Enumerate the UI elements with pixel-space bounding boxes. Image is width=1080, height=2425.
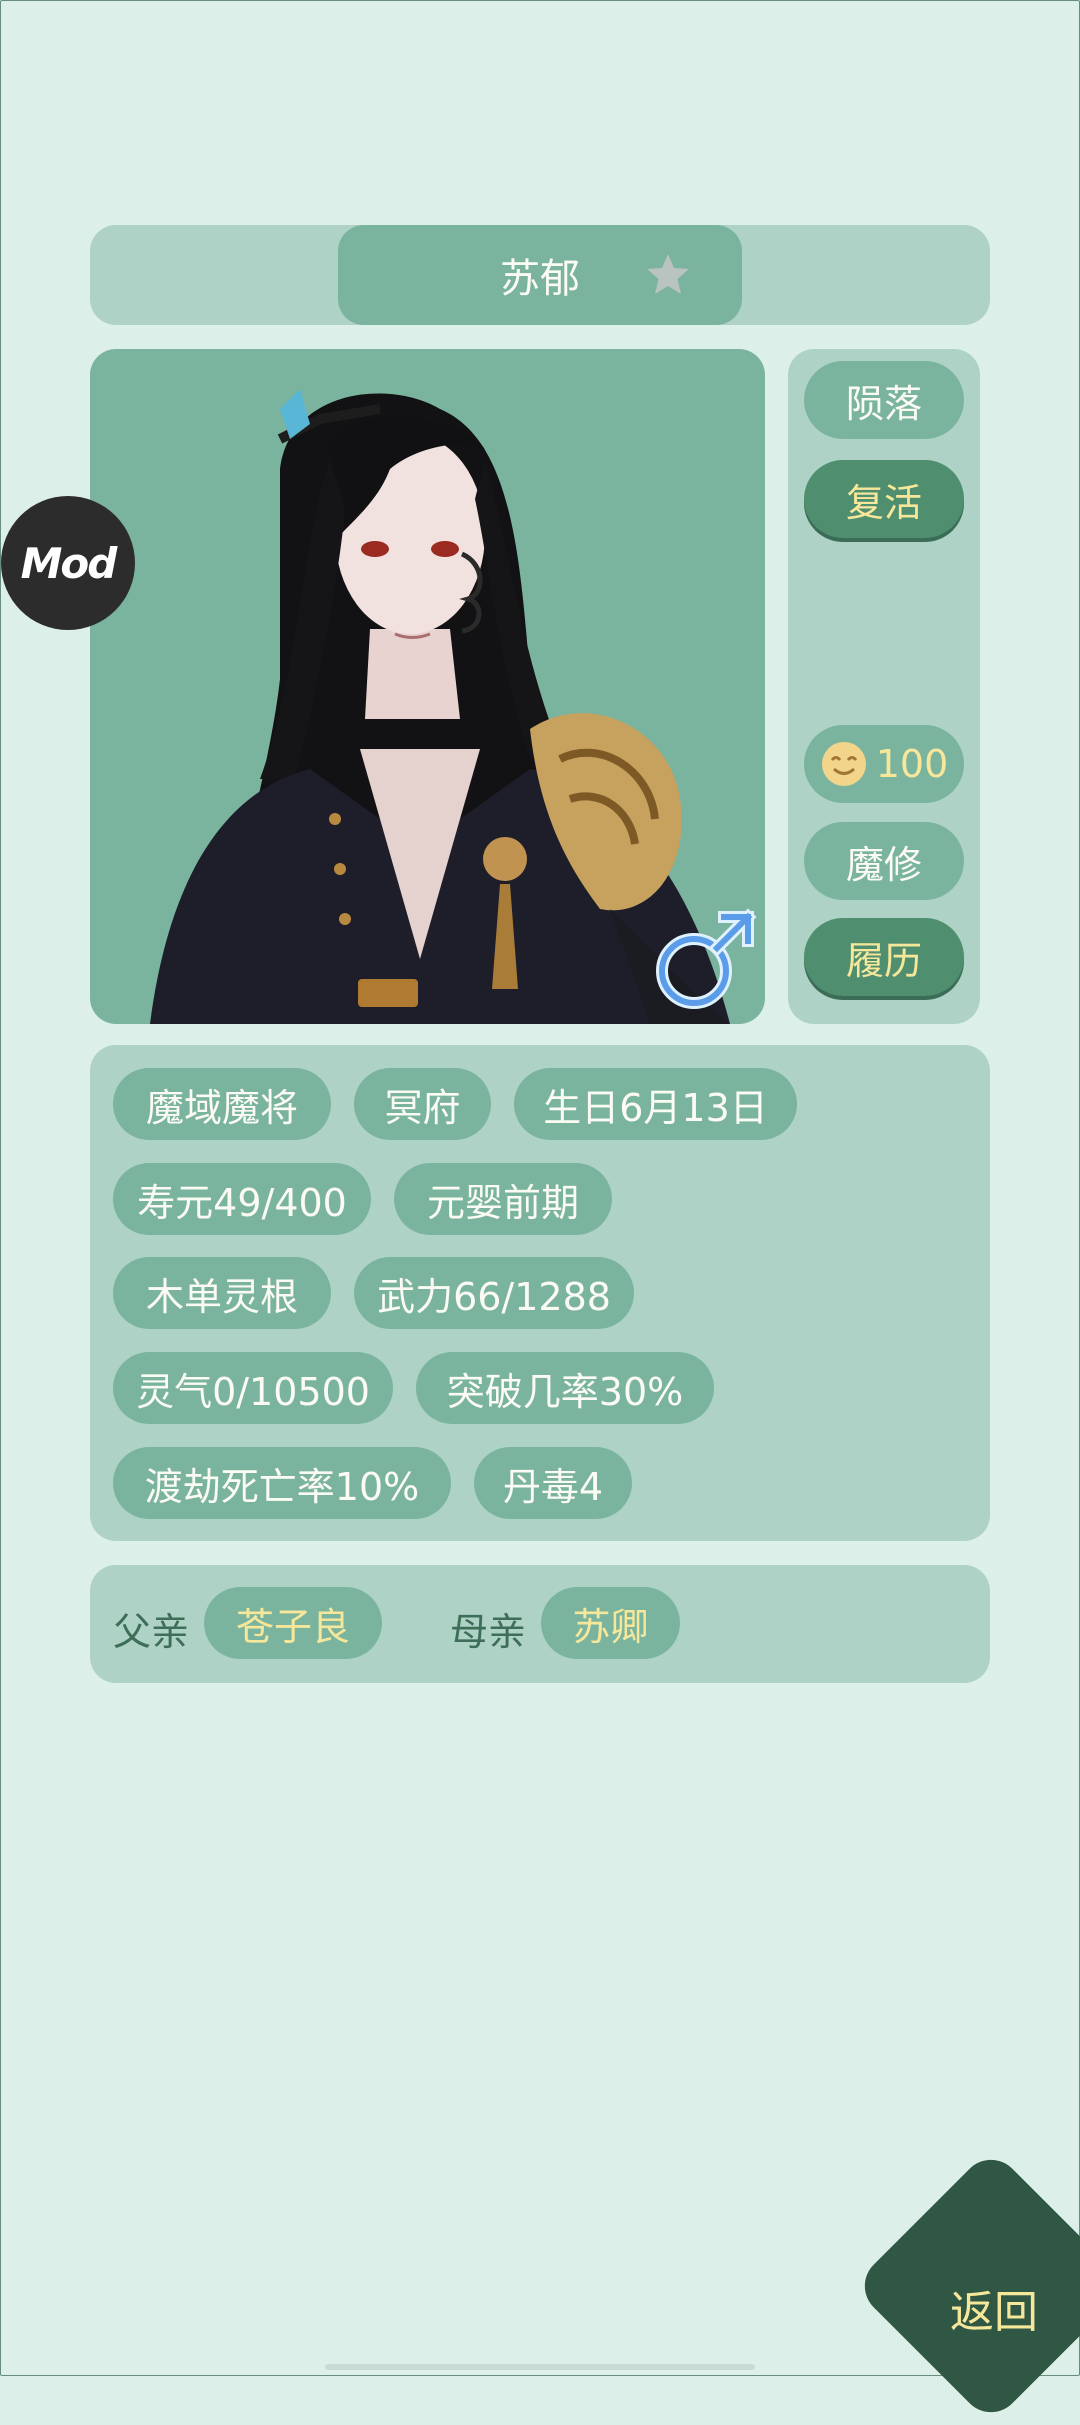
tag-breakthrough-rate: 突破几率30% xyxy=(416,1352,714,1424)
cultivation-type-button[interactable]: 魔修 xyxy=(804,822,964,900)
tag-pill-toxicity: 丹毒4 xyxy=(474,1447,632,1519)
tag-spirit-energy: 灵气0/10500 xyxy=(113,1352,393,1424)
tag-realm: 元婴前期 xyxy=(394,1163,612,1235)
mother-name-button[interactable]: 苏卿 xyxy=(541,1587,680,1659)
mod-badge-label: Mod xyxy=(20,538,118,588)
tag-title: 魔域魔将 xyxy=(113,1068,331,1140)
smile-face-icon xyxy=(821,742,866,786)
return-label[interactable]: 返回 xyxy=(950,2276,1038,2340)
fallen-button[interactable]: 陨落 xyxy=(804,361,964,439)
tag-tribulation-death-rate: 渡劫死亡率10% xyxy=(113,1447,451,1519)
character-name-tab[interactable]: 苏郁 xyxy=(338,225,742,325)
mood-value: 100 xyxy=(875,742,949,786)
action-column: 陨落 复活 100 魔修 履历 xyxy=(788,349,980,1024)
history-button[interactable]: 履历 xyxy=(804,918,964,996)
attribute-panel: 魔域魔将 冥府 生日6月13日 寿元49/400 元婴前期 木单灵根 武力66/… xyxy=(90,1045,990,1541)
father-name-button[interactable]: 苍子良 xyxy=(204,1587,382,1659)
home-indicator[interactable] xyxy=(325,2364,755,2370)
tag-faction[interactable]: 冥府 xyxy=(354,1068,491,1140)
tag-force: 武力66/1288 xyxy=(354,1257,634,1329)
character-name: 苏郁 xyxy=(500,256,580,302)
parents-panel: 父亲 苍子良 母亲 苏卿 xyxy=(90,1565,990,1683)
tag-birthday: 生日6月13日 xyxy=(514,1068,797,1140)
mother-label: 母亲 xyxy=(450,1610,527,1654)
mood-indicator[interactable]: 100 xyxy=(804,725,964,803)
male-gender-icon xyxy=(650,905,760,1019)
tag-lifespan: 寿元49/400 xyxy=(113,1163,371,1235)
favorite-star-icon[interactable] xyxy=(644,251,692,299)
father-label: 父亲 xyxy=(113,1610,190,1654)
tag-spirit-root: 木单灵根 xyxy=(113,1257,331,1329)
revive-button[interactable]: 复活 xyxy=(804,460,964,538)
mod-badge-button[interactable]: Mod xyxy=(1,496,135,630)
